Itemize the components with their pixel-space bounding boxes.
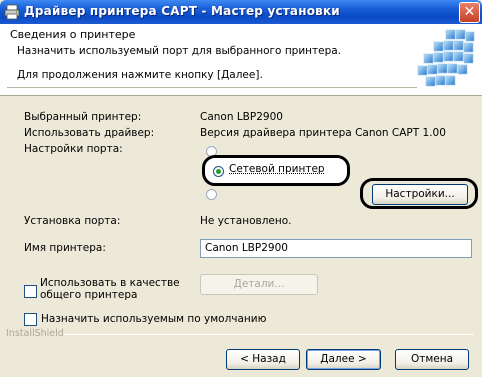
port-option-network-label[interactable]: Сетевой принтер: [229, 163, 325, 175]
installshield-brand: InstallShield: [6, 328, 64, 339]
default-printer-checkbox[interactable]: [24, 313, 37, 326]
port-radio-network[interactable]: [213, 166, 224, 177]
close-icon: ✕: [463, 4, 476, 20]
window-title: Драйвер принтера CAPT - Мастер установки: [24, 4, 340, 18]
driver-label: Использовать драйвер:: [24, 127, 155, 139]
header-hint: Для продолжения нажмите кнопку [Далее].: [17, 69, 263, 81]
close-button[interactable]: ✕: [459, 2, 480, 23]
port-install-value: Не установлено.: [200, 215, 292, 227]
title-bar[interactable]: Драйвер принтера CAPT - Мастер установки…: [0, 0, 482, 24]
next-button[interactable]: Далее >: [306, 349, 381, 370]
selected-printer-value: Canon LBP2900: [200, 111, 283, 123]
share-printer-label: Использовать в качестве общего принтера: [40, 277, 180, 301]
printer-app-icon: [4, 4, 20, 20]
back-button[interactable]: < Назад: [226, 349, 300, 370]
printer-name-input[interactable]: Canon LBP2900: [200, 239, 472, 258]
printer-name-label: Имя принтера:: [24, 242, 106, 254]
selected-printer-label: Выбранный принтер:: [24, 111, 142, 123]
port-settings-button[interactable]: Настройки...: [372, 184, 468, 205]
footer-separator: [64, 334, 474, 335]
details-button[interactable]: Детали...: [200, 274, 318, 295]
radio-selected-dot: [216, 169, 221, 174]
driver-value: Версия драйвера принтера Canon CAPT 1.00: [200, 127, 446, 139]
default-printer-label: Назначить используемым по умолчанию: [41, 313, 267, 325]
header-title: Сведения о принтере: [10, 28, 136, 41]
cancel-button[interactable]: Отмена: [395, 349, 469, 370]
wizard-header: Сведения о принтере Назначить используем…: [0, 24, 482, 96]
installer-window: Драйвер принтера CAPT - Мастер установки…: [0, 0, 482, 377]
port-install-label: Установка порта:: [24, 215, 121, 227]
share-printer-label-line1: Использовать в качестве: [40, 277, 180, 289]
share-printer-checkbox[interactable]: [24, 285, 37, 298]
port-settings-label: Настройки порта:: [24, 143, 123, 155]
port-radio-other[interactable]: [206, 189, 217, 200]
wizard-graphic-icon: [417, 29, 475, 87]
share-printer-label-line2: общего принтера: [40, 289, 138, 301]
header-subtitle: Назначить используемый порт для выбранно…: [17, 45, 342, 57]
header-underline: [7, 87, 417, 88]
